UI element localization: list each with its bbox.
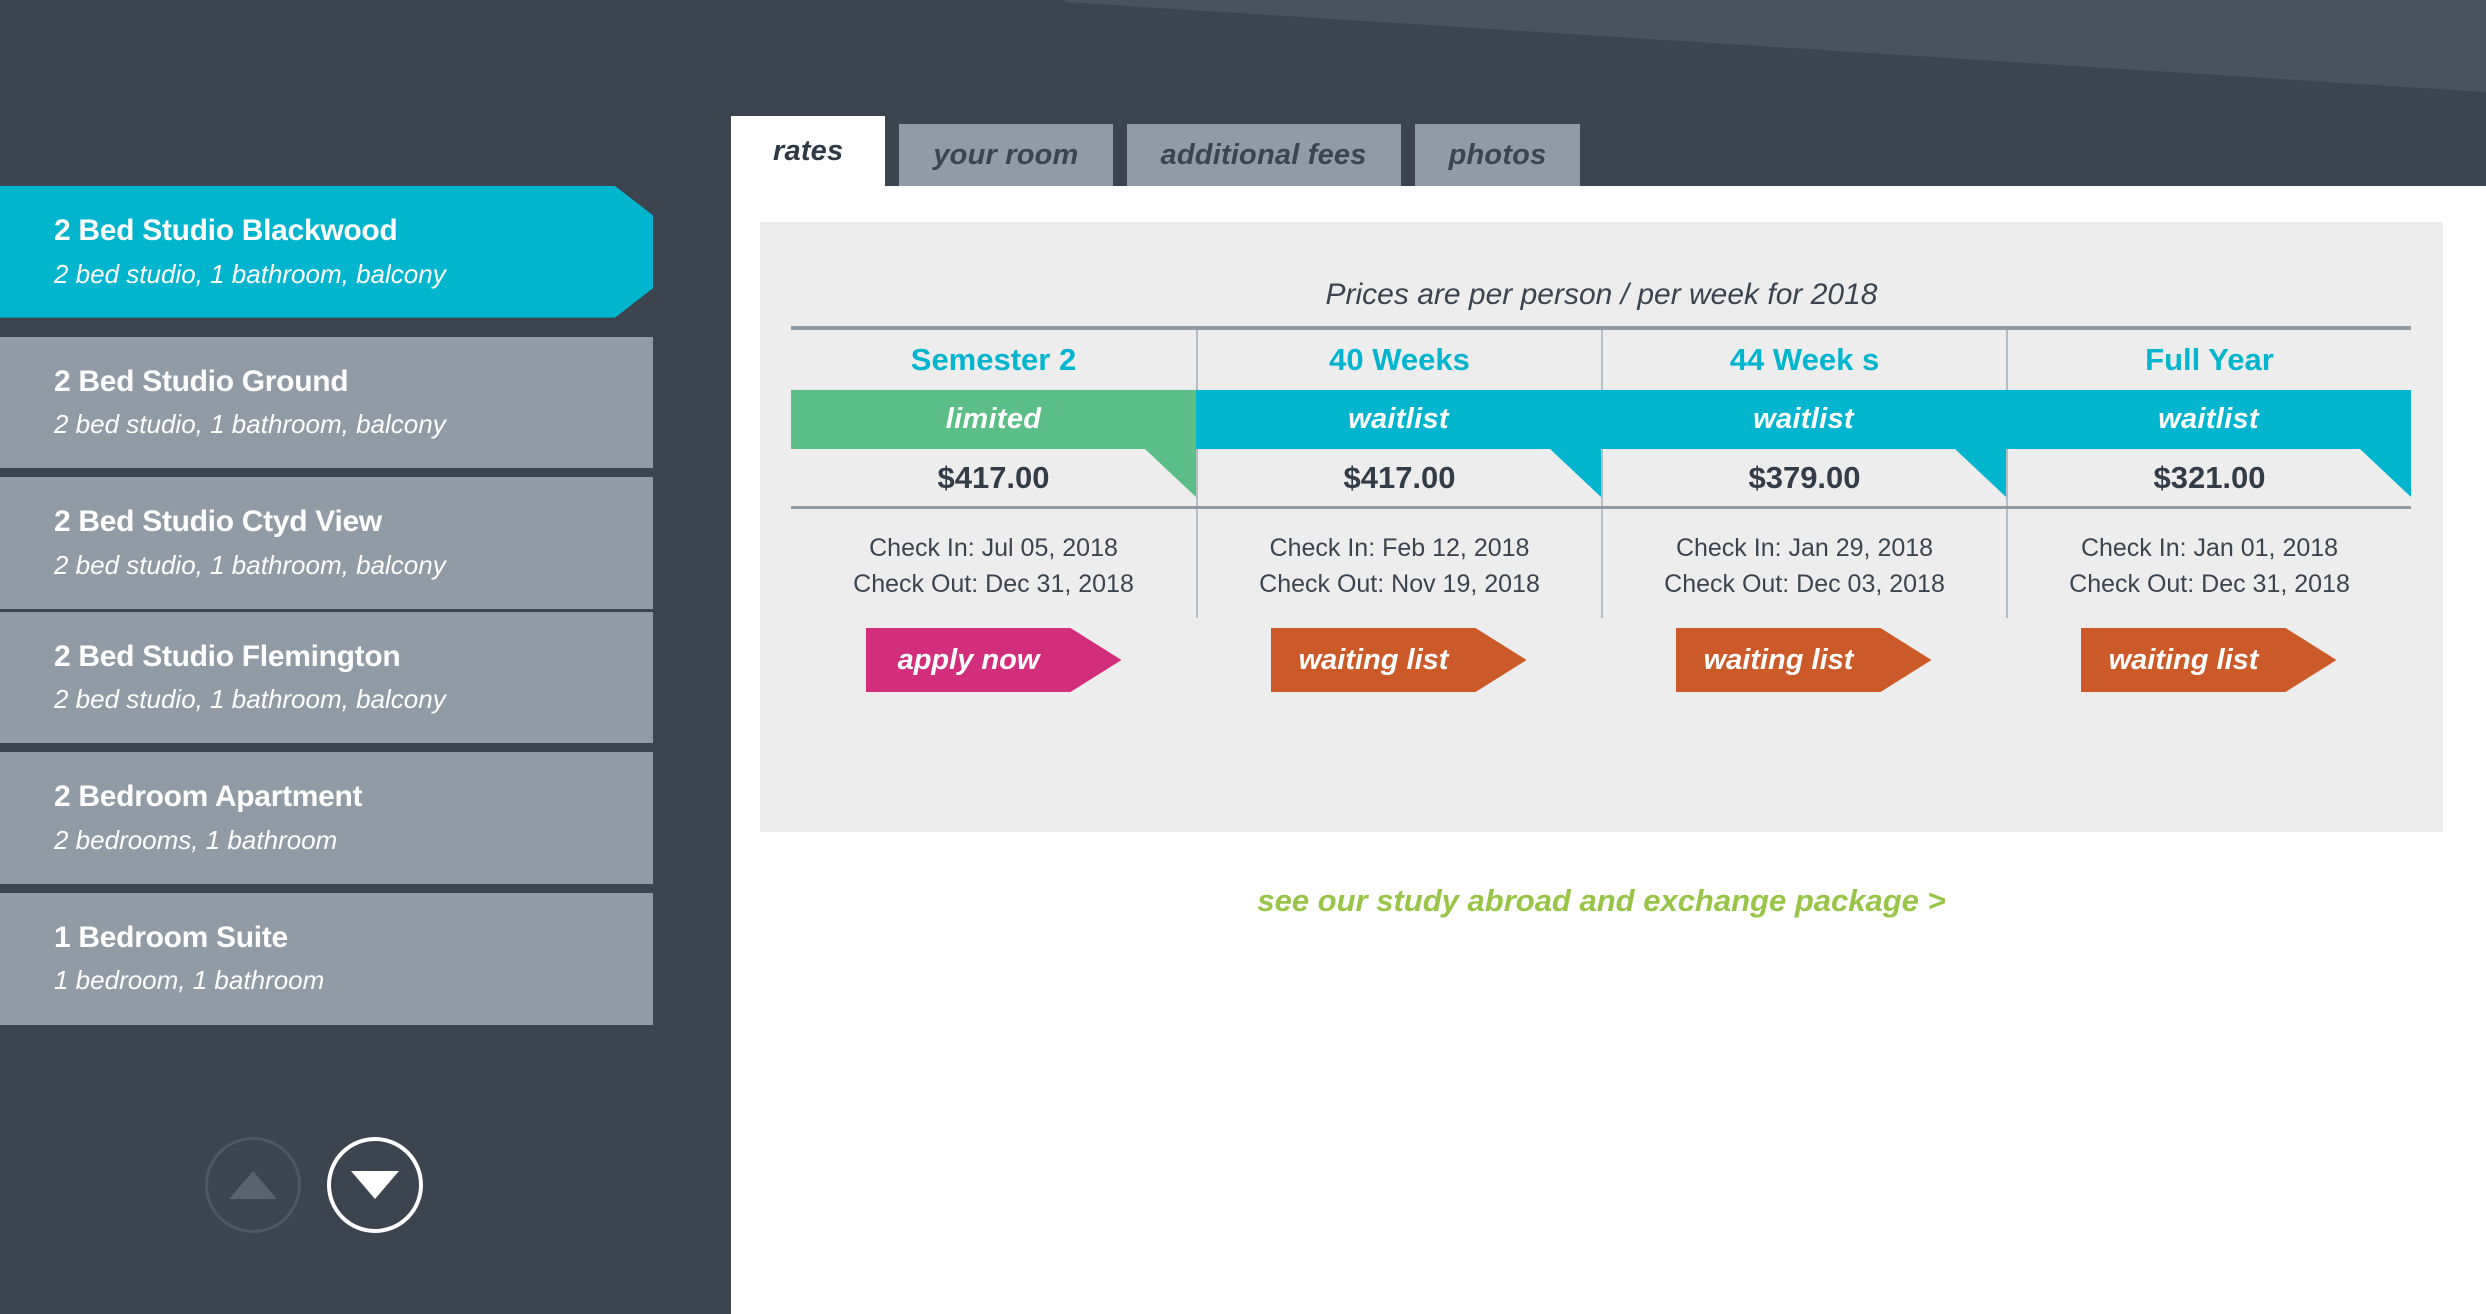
- check-out-date: Check Out: Nov 19, 2018: [1259, 569, 1540, 598]
- room-list-item[interactable]: 2 Bedroom Apartment 2 bedrooms, 1 bathroo…: [0, 752, 653, 884]
- rates-panel: Prices are per person / per week for 201…: [760, 222, 2443, 832]
- waiting-list-button[interactable]: waiting list: [1270, 628, 1527, 692]
- stay-dates: Check In: Feb 12, 2018 Check Out: Nov 19,…: [1196, 509, 1601, 618]
- rates-column: Check In: Jan 29, 2018 Check Out: Dec 03,…: [1601, 509, 2006, 618]
- room-name: 2 Bedroom Apartment: [54, 780, 363, 814]
- rates-column: 40 Weeks: [1196, 330, 1601, 390]
- apply-now-button[interactable]: apply now: [865, 628, 1122, 692]
- stay-dates: Check In: Jan 29, 2018 Check Out: Dec 03,…: [1601, 509, 2006, 618]
- price-value: $417.00: [1196, 449, 1601, 506]
- rates-price-row: $417.00 $417.00 $379.00 $321.00: [791, 449, 2411, 506]
- rates-column: $417.00: [1196, 449, 1601, 506]
- rates-column: $321.00: [2006, 449, 2411, 506]
- room-name: 2 Bed Studio Ctyd View: [54, 505, 382, 539]
- availability-status-badge: waitlist: [2006, 390, 2411, 449]
- tab-your-room[interactable]: your room: [899, 124, 1113, 186]
- rates-column-header: Full Year: [2006, 330, 2411, 390]
- check-out-date: Check Out: Dec 31, 2018: [853, 569, 1134, 598]
- room-list-item[interactable]: 2 Bed Studio Ground 2 bed studio, 1 bathr…: [0, 336, 653, 469]
- scroll-down-button[interactable]: [327, 1137, 423, 1233]
- rates-column: Check In: Jul 05, 2018 Check Out: Dec 31,…: [791, 509, 1196, 618]
- rates-column: waiting list: [1196, 618, 1601, 692]
- room-description: 2 bedrooms, 1 bathroom: [54, 824, 338, 855]
- room-list-item[interactable]: 2 Bed Studio Flemington 2 bed studio, 1 b…: [0, 611, 653, 744]
- rates-dates-row: Check In: Jul 05, 2018 Check Out: Dec 31,…: [791, 506, 2411, 618]
- tab-bar: rates your room additional fees photos: [731, 116, 1581, 186]
- rates-column: Check In: Feb 12, 2018 Check Out: Nov 19,…: [1196, 509, 1601, 618]
- scroll-up-button[interactable]: [205, 1137, 301, 1233]
- waiting-list-button[interactable]: waiting list: [1675, 628, 1932, 692]
- rates-column: $379.00: [1601, 449, 2006, 506]
- rates-status-row: limited waitlist waitlist waitlist: [791, 390, 2411, 497]
- rates-header-row: Semester 2 40 Weeks 44 Week s Full Year: [791, 326, 2411, 390]
- room-name: 2 Bed Studio Blackwood: [54, 214, 398, 247]
- rates-column: waiting list: [2006, 618, 2411, 692]
- sidebar: 2 Bed Studio Blackwood 2 bed studio, 1 ba…: [0, 0, 731, 1314]
- room-description: 2 bed studio, 1 bathroom, balcony: [54, 684, 446, 715]
- room-description: 2 bed studio, 1 bathroom, balcony: [54, 409, 446, 440]
- rates-column: Semester 2: [791, 330, 1196, 390]
- waiting-list-button[interactable]: waiting list: [2080, 628, 2337, 692]
- tab-additional-fees[interactable]: additional fees: [1126, 124, 1401, 186]
- triangle-up-icon: [229, 1171, 277, 1199]
- rates-column: waitlist: [2006, 390, 2411, 497]
- room-description: 2 bed studio, 1 bathroom, balcony: [54, 258, 446, 289]
- check-out-date: Check Out: Dec 03, 2018: [1664, 569, 1945, 598]
- check-in-date: Check In: Jan 29, 2018: [1675, 534, 1934, 562]
- room-name: 2 Bed Studio Flemington: [54, 639, 401, 673]
- check-in-date: Check In: Jul 05, 2018: [869, 534, 1118, 562]
- room-description: 1 bedroom, 1 bathroom: [54, 965, 325, 996]
- rates-column: 44 Week s: [1601, 330, 2006, 390]
- rates-column: $417.00: [791, 449, 1196, 506]
- tab-photos[interactable]: photos: [1414, 124, 1581, 186]
- study-abroad-package-link[interactable]: see our study abroad and exchange packag…: [760, 883, 2443, 919]
- rates-caption: Prices are per person / per week for 201…: [1325, 278, 1878, 311]
- rates-column: waiting list: [1601, 618, 2006, 692]
- room-name: 2 Bed Studio Ground: [54, 364, 349, 398]
- room-list: 2 Bed Studio Blackwood 2 bed studio, 1 ba…: [0, 186, 731, 1034]
- rates-column: apply now: [791, 618, 1196, 692]
- rates-column: limited: [791, 390, 1196, 497]
- room-description: 2 bed studio, 1 bathroom, balcony: [54, 549, 446, 580]
- price-value: $417.00: [937, 459, 1050, 495]
- price-value: $321.00: [2006, 449, 2411, 506]
- tab-rates[interactable]: rates: [731, 116, 886, 186]
- room-name: 1 Bedroom Suite: [54, 920, 288, 954]
- availability-status-badge: waitlist: [1196, 390, 1601, 449]
- rates-column-header: Semester 2: [910, 342, 1077, 377]
- room-list-item[interactable]: 2 Bed Studio Blackwood 2 bed studio, 1 ba…: [0, 186, 653, 318]
- room-list-item[interactable]: 1 Bedroom Suite 1 bedroom, 1 bathroom: [0, 892, 653, 1025]
- stay-dates: Check In: Jan 01, 2018 Check Out: Dec 31,…: [2006, 509, 2411, 618]
- rates-column: waitlist: [1196, 390, 1601, 497]
- availability-status-badge: waitlist: [1601, 390, 2006, 449]
- rates-column-header: 40 Weeks: [1196, 330, 1601, 390]
- triangle-down-icon: [351, 1171, 399, 1199]
- availability-status-badge: limited: [791, 390, 1196, 449]
- rates-actions-row: apply now waiting list waiting list waiting…: [791, 618, 2411, 692]
- rates-column: Full Year: [2006, 330, 2411, 390]
- price-value: $379.00: [1601, 449, 2006, 506]
- app-root: 2 Bed Studio Blackwood 2 bed studio, 1 ba…: [0, 0, 2486, 1314]
- rates-column: Check In: Jan 01, 2018 Check Out: Dec 31,…: [2006, 509, 2411, 618]
- rates-column-header: 44 Week s: [1601, 330, 2006, 390]
- check-in-date: Check In: Feb 12, 2018: [1269, 534, 1530, 562]
- check-in-date: Check In: Jan 01, 2018: [2080, 534, 2339, 562]
- rates-column: waitlist: [1601, 390, 2006, 497]
- room-list-item[interactable]: 2 Bed Studio Ctyd View 2 bed studio, 1 ba…: [0, 477, 653, 609]
- sidebar-pagination: [205, 1137, 423, 1233]
- rates-table: Semester 2 40 Weeks 44 Week s Full Year lim…: [791, 326, 2411, 692]
- check-out-date: Check Out: Dec 31, 2018: [2069, 569, 2350, 598]
- stay-dates: Check In: Jul 05, 2018 Check Out: Dec 31,…: [791, 509, 1196, 618]
